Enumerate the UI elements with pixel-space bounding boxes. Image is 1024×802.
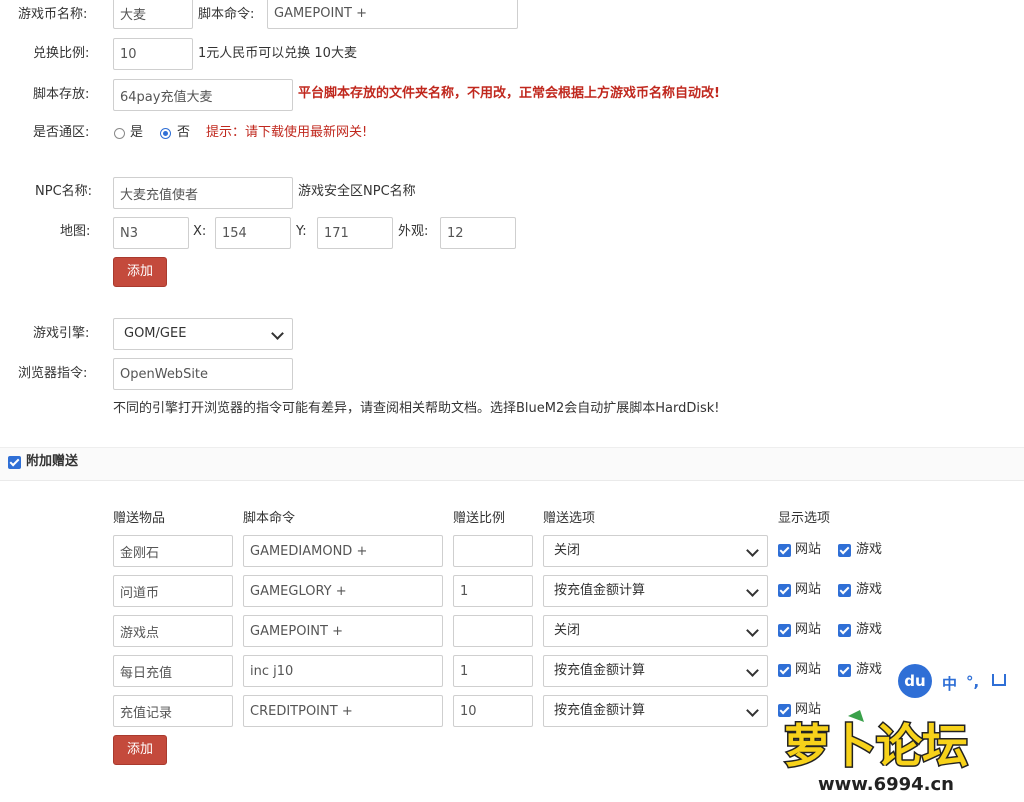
show-site-label: 网站	[795, 662, 822, 677]
show-game-label: 游戏	[856, 662, 883, 677]
chevron-down-icon	[746, 544, 759, 557]
show-site-label: 网站	[795, 542, 822, 557]
engine-select[interactable]: GOM/GEE	[113, 318, 293, 350]
bonus-option-select[interactable]: 关闭	[543, 615, 768, 647]
map-label: 地图:	[60, 224, 91, 239]
ime-cup-icon[interactable]	[992, 674, 1006, 686]
npc-add-button[interactable]: 添加	[113, 257, 167, 287]
map-input[interactable]	[113, 217, 189, 249]
carrot-logo-icon: 萝卜论坛 www.6994.cn	[783, 710, 970, 795]
bonus-option-value: 关闭	[554, 543, 581, 558]
watermark-title: 萝卜论坛	[784, 719, 968, 773]
chevron-down-icon	[746, 664, 759, 677]
show-site-label: 网站	[795, 582, 822, 597]
engine-label: 游戏引擎:	[33, 326, 90, 341]
currency-name-label: 游戏币名称:	[18, 7, 88, 22]
show-game-label: 游戏	[856, 582, 883, 597]
engine-select-value: GOM/GEE	[124, 326, 187, 341]
bonus-item-input[interactable]	[113, 615, 233, 647]
bonus-option-select[interactable]: 按充值金额计算	[543, 655, 768, 687]
universal-hint: 提示：请下载使用最新网关!	[206, 125, 368, 140]
header-option: 赠送选项	[543, 511, 596, 526]
y-label: Y:	[296, 224, 307, 239]
ratio-note: 1元人民币可以兑换 10大麦	[198, 46, 357, 61]
npc-input[interactable]	[113, 177, 293, 209]
radio-yes[interactable]	[114, 128, 125, 139]
bonus-option-select[interactable]: 按充值金额计算	[543, 575, 768, 607]
script-cmd-label: 脚本命令:	[198, 7, 255, 22]
ime-punct-indicator[interactable]: °,	[966, 673, 979, 691]
bonus-cmd-input[interactable]	[243, 535, 443, 567]
header-display: 显示选项	[778, 511, 831, 526]
bonus-checkbox[interactable]	[8, 456, 21, 469]
storage-input[interactable]	[113, 79, 293, 111]
bonus-ratio-input[interactable]	[453, 615, 533, 647]
header-item: 赠送物品	[113, 511, 166, 526]
bonus-section-bar	[0, 447, 1024, 481]
npc-label: NPC名称:	[35, 184, 93, 199]
bonus-item-input[interactable]	[113, 535, 233, 567]
bonus-cmd-input[interactable]	[243, 695, 443, 727]
show-game-label: 游戏	[856, 542, 883, 557]
show-site-checkbox[interactable]	[778, 664, 791, 677]
bonus-ratio-input[interactable]	[453, 535, 533, 567]
chevron-down-icon	[271, 327, 284, 340]
show-game-checkbox[interactable]	[838, 584, 851, 597]
universal-label: 是否通区:	[33, 125, 90, 140]
header-cmd: 脚本命令	[243, 511, 296, 526]
bonus-ratio-input[interactable]	[453, 575, 533, 607]
bonus-section-title: 附加赠送	[26, 454, 79, 469]
bonus-add-button[interactable]: 添加	[113, 735, 167, 765]
bonus-option-value: 按充值金额计算	[554, 703, 646, 718]
bonus-item-input[interactable]	[113, 695, 233, 727]
radio-no[interactable]	[160, 128, 171, 139]
bonus-cmd-input[interactable]	[243, 655, 443, 687]
show-game-label: 游戏	[856, 622, 883, 637]
chevron-down-icon	[746, 584, 759, 597]
show-site-checkbox[interactable]	[778, 584, 791, 597]
ratio-label: 兑换比例:	[33, 46, 90, 61]
ratio-input[interactable]	[113, 38, 193, 70]
watermark-url: www.6994.cn	[818, 774, 954, 795]
show-site-checkbox[interactable]	[778, 544, 791, 557]
show-game-checkbox[interactable]	[838, 544, 851, 557]
show-site-label: 网站	[795, 622, 822, 637]
npc-note: 游戏安全区NPC名称	[298, 184, 416, 199]
radio-yes-label: 是	[130, 125, 144, 140]
bonus-ratio-input[interactable]	[453, 655, 533, 687]
bonus-option-select[interactable]: 关闭	[543, 535, 768, 567]
chevron-down-icon	[746, 704, 759, 717]
show-game-checkbox[interactable]	[838, 624, 851, 637]
bonus-item-input[interactable]	[113, 575, 233, 607]
x-label: X:	[193, 224, 207, 239]
baidu-ime-icon[interactable]: du	[898, 664, 932, 698]
bonus-cmd-input[interactable]	[243, 615, 443, 647]
browser-label: 浏览器指令:	[18, 366, 88, 381]
storage-note: 平台脚本存放的文件夹名称，不用改，正常会根据上方游戏币名称自动改!	[298, 86, 720, 101]
x-input[interactable]	[215, 217, 291, 249]
bonus-ratio-input[interactable]	[453, 695, 533, 727]
y-input[interactable]	[317, 217, 393, 249]
show-game-checkbox[interactable]	[838, 664, 851, 677]
bonus-option-value: 按充值金额计算	[554, 583, 646, 598]
storage-label: 脚本存放:	[33, 87, 90, 102]
bonus-option-select[interactable]: 按充值金额计算	[543, 695, 768, 727]
script-cmd-input[interactable]	[267, 0, 518, 29]
header-ratio: 赠送比例	[453, 511, 506, 526]
look-label: 外观:	[398, 224, 429, 239]
bonus-item-input[interactable]	[113, 655, 233, 687]
watermark-logo: 萝卜论坛 www.6994.cn	[778, 706, 1024, 798]
ime-lang-indicator[interactable]: 中	[942, 673, 957, 694]
browser-note: 不同的引擎打开浏览器的指令可能有差异，请查阅相关帮助文档。选择BlueM2会自动…	[113, 401, 720, 416]
chevron-down-icon	[746, 624, 759, 637]
bonus-cmd-input[interactable]	[243, 575, 443, 607]
browser-input[interactable]	[113, 358, 293, 390]
radio-no-label: 否	[177, 125, 191, 140]
bonus-option-value: 关闭	[554, 623, 581, 638]
look-input[interactable]	[440, 217, 516, 249]
currency-name-input[interactable]	[113, 0, 193, 29]
bonus-option-value: 按充值金额计算	[554, 663, 646, 678]
show-site-checkbox[interactable]	[778, 624, 791, 637]
